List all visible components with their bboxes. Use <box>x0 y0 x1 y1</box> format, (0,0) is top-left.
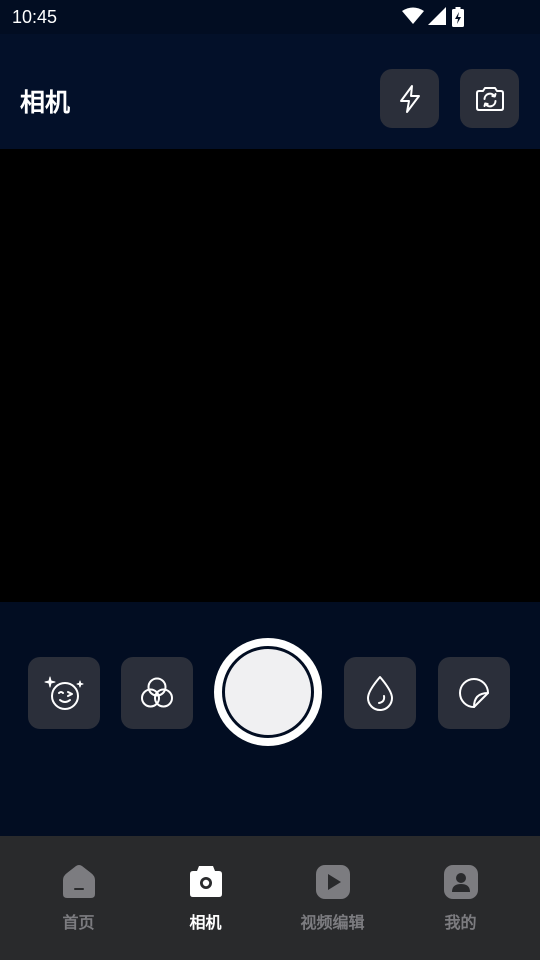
camera-viewfinder[interactable] <box>0 149 540 602</box>
nav-label-camera: 相机 <box>189 913 222 932</box>
camera-screen: 10:45 相机 首页 相机 视频编辑 我的 <box>0 0 540 960</box>
nav-item-home[interactable]: 首页 <box>11 836 146 960</box>
profile-icon <box>443 865 478 899</box>
nav-label-profile: 我的 <box>444 913 477 932</box>
shutter-button[interactable] <box>214 638 322 746</box>
beauty-face-icon <box>44 676 84 710</box>
home-icon <box>62 865 95 898</box>
cell-signal-icon <box>428 7 446 25</box>
flash-icon <box>399 84 420 113</box>
shutter-inner <box>222 646 314 738</box>
beauty-button[interactable] <box>28 657 100 729</box>
app-header: 相机 <box>0 34 540 149</box>
bottom-nav: 首页 相机 视频编辑 我的 <box>0 836 540 960</box>
video-play-icon <box>315 865 350 899</box>
nav-item-video-edit[interactable]: 视频编辑 <box>265 836 400 960</box>
camera-icon <box>189 866 222 897</box>
camera-controls <box>0 602 540 836</box>
sticker-icon <box>459 678 489 708</box>
battery-icon <box>452 7 464 27</box>
wifi-icon <box>402 7 424 24</box>
flash-button[interactable] <box>380 69 439 128</box>
color-drop-icon <box>367 676 393 711</box>
filter-icon <box>141 677 173 708</box>
nav-item-profile[interactable]: 我的 <box>393 836 528 960</box>
page-title: 相机 <box>20 88 71 117</box>
nav-label-home: 首页 <box>62 913 95 932</box>
nav-item-camera[interactable]: 相机 <box>138 836 273 960</box>
switch-camera-icon <box>475 86 504 111</box>
sticker-button[interactable] <box>438 657 510 729</box>
color-adjust-button[interactable] <box>344 657 416 729</box>
switch-camera-button[interactable] <box>460 69 519 128</box>
status-bar: 10:45 <box>0 0 540 34</box>
filter-button[interactable] <box>121 657 193 729</box>
status-time: 10:45 <box>12 7 58 27</box>
nav-label-video-edit: 视频编辑 <box>300 913 365 932</box>
